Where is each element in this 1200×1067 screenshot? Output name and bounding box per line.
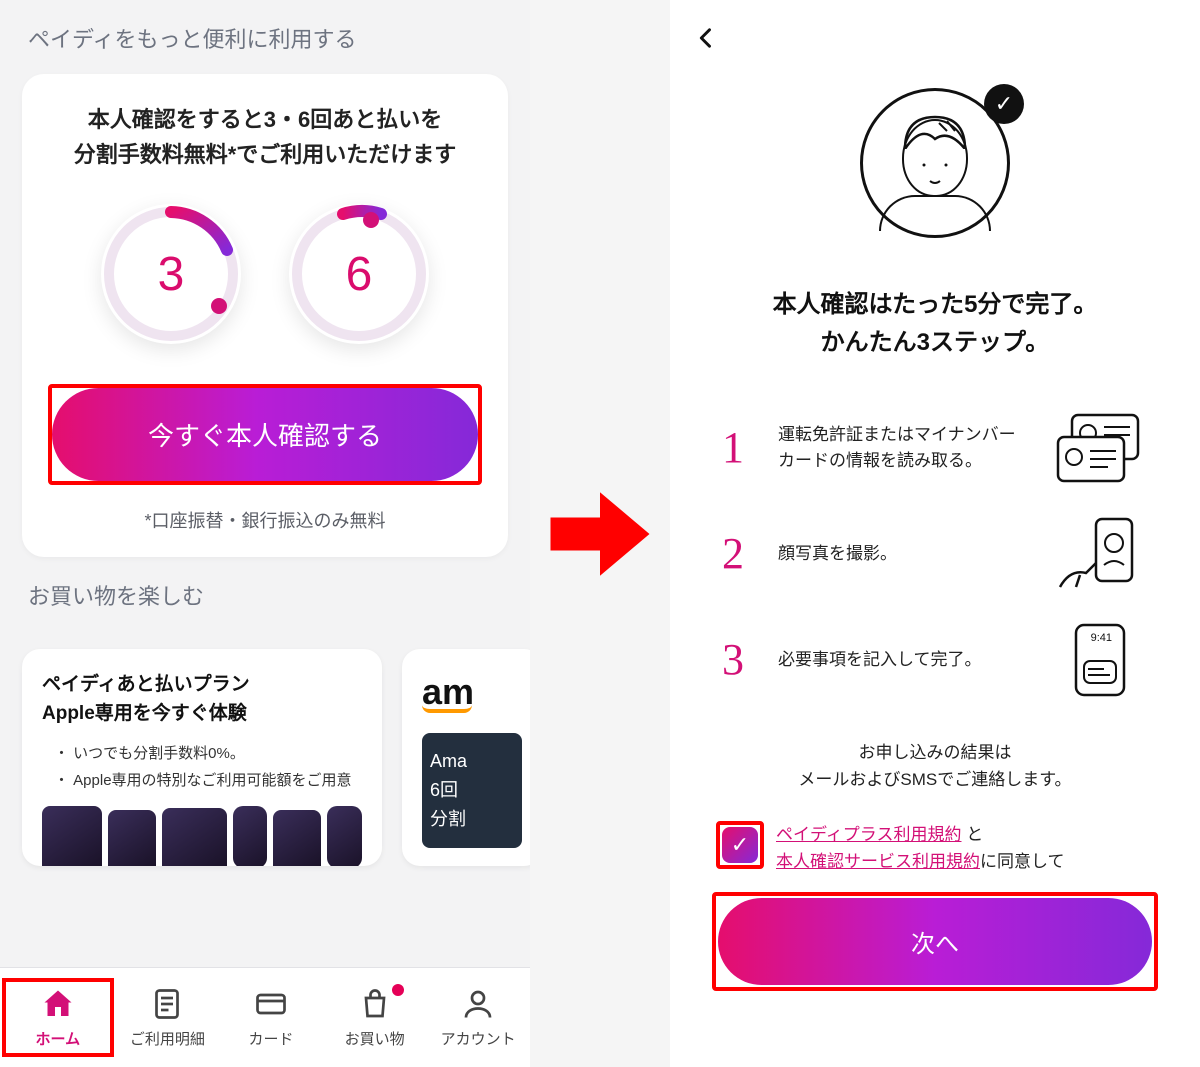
arrow-right-icon <box>545 479 655 589</box>
installment-circle-3: 3 <box>101 204 241 344</box>
step-text-1: 運転免許証またはマイナンバーカードの情報を読み取る。 <box>778 422 1032 473</box>
next-button[interactable]: 次へ <box>718 898 1152 985</box>
section-title-shopping: お買い物を楽しむ <box>0 557 530 631</box>
apple-promo-bullet-1: ・ いつでも分割手数料0%。 <box>42 740 362 767</box>
shopping-bag-icon <box>357 986 393 1022</box>
consent-row: ✓ ペイディプラス利用規約 と 本人確認サービス利用規約に同意して <box>692 821 1178 875</box>
step-number-3: 3 <box>722 634 758 685</box>
card-heading-l1: 本人確認をすると3・6回あと払いを <box>88 107 442 132</box>
id-cards-icon <box>1052 409 1148 487</box>
card-heading-l2: 分割手数料無料*でご利用いただけます <box>74 142 457 167</box>
terms-link-paidy-plus[interactable]: ペイディプラス利用規約 <box>776 825 961 844</box>
tab-history-label: ご利用明細 <box>130 1031 205 1048</box>
verification-heading: 本人確認はたった5分で完了。 かんたん3ステップ。 <box>692 286 1178 363</box>
step-row-1: 1 運転免許証またはマイナンバーカードの情報を読み取る。 <box>692 399 1178 497</box>
tab-shop[interactable]: お買い物 <box>323 986 427 1049</box>
step-text-3: 必要事項を記入して完了。 <box>778 647 1032 673</box>
installment-circles: 3 6 <box>44 204 486 344</box>
apple-promo-bullet-2: ・ Apple専用の特別なご利用可能額をご用意 <box>42 767 362 794</box>
phone-form-icon: 9:41 <box>1052 621 1148 699</box>
consent-checkbox-highlight: ✓ <box>716 821 764 869</box>
tab-home[interactable]: ホーム <box>2 978 114 1057</box>
selfie-phone-icon <box>1052 515 1148 593</box>
svg-text:9:41: 9:41 <box>1091 632 1112 644</box>
hair-icon <box>899 115 971 149</box>
navigation-arrow <box>530 0 670 1067</box>
bottom-tab-bar: ホーム ご利用明細 カード お買い物 アカウント <box>0 967 530 1067</box>
verification-intro-screen: ✓ 本人確認はたった5分で完了。 かんたん3ステップ。 1 運転免許証またはマイ… <box>670 0 1200 1067</box>
consent-text: ペイディプラス利用規約 と 本人確認サービス利用規約に同意して <box>776 821 1065 875</box>
tab-account-label: アカウント <box>441 1031 516 1048</box>
tab-history[interactable]: ご利用明細 <box>116 986 220 1049</box>
tab-shop-label: お買い物 <box>345 1031 405 1048</box>
terms-link-identity[interactable]: 本人確認サービス利用規約 <box>776 852 980 871</box>
verify-promo-card: 本人確認をすると3・6回あと払いを 分割手数料無料*でご利用いただけます 3 6… <box>22 74 508 557</box>
promo-card-apple[interactable]: ペイディあと払いプラン Apple専用を今すぐ体験 ・ いつでも分割手数料0%。… <box>22 649 382 866</box>
step-text-2: 顔写真を撮影。 <box>778 541 1032 567</box>
next-button-highlight: 次へ <box>712 892 1158 991</box>
tab-account[interactable]: アカウント <box>426 986 530 1049</box>
installment-circle-6: 6 <box>289 204 429 344</box>
shop-promo-row: ペイディあと払いプラン Apple専用を今すぐ体験 ・ いつでも分割手数料0%。… <box>22 649 508 866</box>
result-note: お申し込みの結果は メールおよびSMSでご連絡します。 <box>692 739 1178 793</box>
card-heading: 本人確認をすると3・6回あと払いを 分割手数料無料*でご利用いただけます <box>44 102 486 172</box>
face-features-icon <box>902 159 968 189</box>
back-button[interactable] <box>692 18 732 58</box>
tab-card-label: カード <box>248 1031 293 1048</box>
step-row-3: 3 必要事項を記入して完了。 9:41 <box>692 611 1178 709</box>
tab-home-label: ホーム <box>36 1031 81 1048</box>
consent-checkbox[interactable]: ✓ <box>722 827 758 863</box>
step-number-1: 1 <box>722 422 758 473</box>
amazon-logo: am <box>422 671 522 713</box>
chevron-left-icon <box>692 24 720 52</box>
section-title-convenience: ペイディをもっと便利に利用する <box>0 0 530 74</box>
apple-devices-image <box>42 806 362 866</box>
notification-badge-icon <box>392 984 404 996</box>
verify-now-button[interactable]: 今すぐ本人確認する <box>52 388 478 481</box>
home-icon <box>40 986 76 1022</box>
verify-button-highlight: 今すぐ本人確認する <box>48 384 482 485</box>
check-badge-icon: ✓ <box>984 84 1024 124</box>
document-icon <box>149 986 185 1022</box>
home-screen: ペイディをもっと便利に利用する 本人確認をすると3・6回あと払いを 分割手数料無… <box>0 0 530 1067</box>
step-row-2: 2 顔写真を撮影。 <box>692 505 1178 603</box>
promo-card-amazon[interactable]: am Ama 6回 分割 <box>402 649 530 866</box>
person-verified-illustration: ✓ <box>850 88 1020 258</box>
apple-promo-title: ペイディあと払いプラン Apple専用を今すぐ体験 <box>42 671 362 728</box>
step-number-2: 2 <box>722 528 758 579</box>
amazon-dark-badge: Ama 6回 分割 <box>422 733 522 847</box>
tab-card[interactable]: カード <box>219 986 323 1049</box>
account-icon <box>460 986 496 1022</box>
card-icon <box>253 986 289 1022</box>
fee-footnote: *口座振替・銀行振込のみ無料 <box>44 507 486 533</box>
